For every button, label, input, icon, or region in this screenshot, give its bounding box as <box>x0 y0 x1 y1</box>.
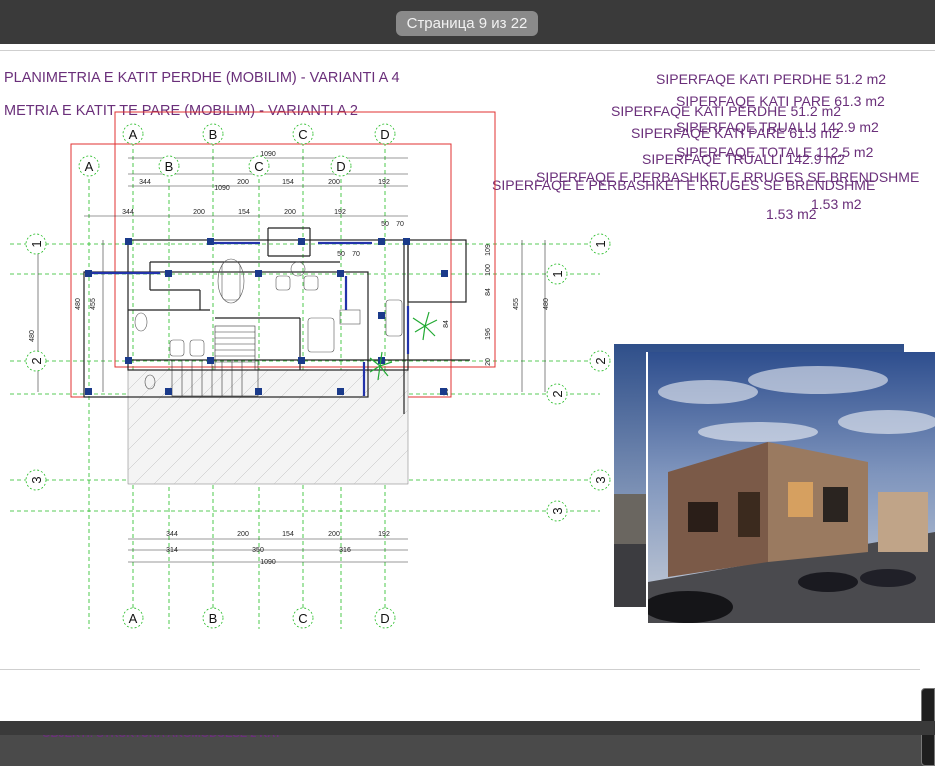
dim-154-top: 154 <box>282 179 294 186</box>
dim-316-bottom: 316 <box>339 547 351 554</box>
dim-314-bottom: 314 <box>166 547 178 554</box>
dimension-labels: 1090 314 350 316 344 200 154 200 192 109… <box>122 151 404 566</box>
viewer-toolbar: Страница 9 из 22 <box>0 0 935 44</box>
dim-overall-bottom: 1090 <box>260 559 276 566</box>
axis-a-bottom: A <box>129 611 138 626</box>
axis-a-top: A <box>129 127 138 142</box>
dim-200-top: 200 <box>237 179 249 186</box>
axis-b-top-alt: B <box>165 159 174 174</box>
dim-480-left: 480 <box>29 330 36 342</box>
plot-hatch <box>127 369 409 485</box>
axis-1-far: 1 <box>593 240 608 247</box>
axis-3-right: 3 <box>550 507 565 514</box>
dim-344-top: 344 <box>139 179 151 186</box>
dim-200b-bottom: 200 <box>328 531 340 538</box>
dim-200b-mid: 200 <box>284 209 296 216</box>
dim-109: 109 <box>485 244 492 256</box>
dim-200b-top: 200 <box>328 179 340 186</box>
dim-480-left-inner: 480 <box>75 298 82 310</box>
dim-192-top: 192 <box>378 179 390 186</box>
viewer-bottom-bar <box>0 721 935 735</box>
axis-d-top: D <box>380 127 389 142</box>
plot-outlines <box>70 111 496 398</box>
axis-a-top-alt: A <box>85 159 94 174</box>
floor-plan-drawing: 1090 314 350 316 344 200 154 200 192 109… <box>10 111 611 629</box>
dim-84: 84 <box>485 288 492 296</box>
axis-b-bottom: B <box>209 611 218 626</box>
dim-154-mid: 154 <box>238 209 250 216</box>
axis-c-top: C <box>298 127 307 142</box>
axis-b-top: B <box>209 127 218 142</box>
area-ground-floor: SIPERFAQE KATI PERDHE 51.2 m2 <box>656 71 887 87</box>
dim-192-bottom: 192 <box>378 531 390 538</box>
dim-overall-mid: 1090 <box>214 185 230 192</box>
dim-154-bottom: 154 <box>282 531 294 538</box>
axis-2-far: 2 <box>593 357 608 364</box>
bottom-rule <box>0 669 920 670</box>
area-shared-road-value-alt: 1.53 m2 <box>811 196 862 212</box>
axis-3-far: 3 <box>593 476 608 483</box>
dim-196: 196 <box>485 328 492 340</box>
axis-c-bottom: C <box>298 611 307 626</box>
area-ground-floor-alt: SIPERFAQE KATI PERDHE 51.2 m2 <box>611 103 842 119</box>
axis-2-right: 2 <box>550 390 565 397</box>
dim-70: 70 <box>396 221 404 228</box>
dim-455-right: 455 <box>513 298 520 310</box>
axis-3-left: 3 <box>29 476 44 483</box>
axis-c-top-alt: C <box>254 159 263 174</box>
area-shared-road-value: 1.53 m2 <box>766 206 817 222</box>
axis-d-top-alt: D <box>336 159 345 174</box>
dim-480-right: 480 <box>543 298 550 310</box>
axis-2-left: 2 <box>29 357 44 364</box>
axis-1-right: 1 <box>550 270 565 277</box>
dim-50-inner: 50 <box>337 251 345 258</box>
dim-20: 20 <box>485 358 492 366</box>
dim-344-bottom: 344 <box>166 531 178 538</box>
axis-1-left: 1 <box>29 240 44 247</box>
page-indicator[interactable]: Страница 9 из 22 <box>396 11 538 36</box>
area-first-floor-alt: SIPERFAQE KATI PARE 61.3 m2 <box>631 125 840 141</box>
dim-70-inner: 70 <box>352 251 360 258</box>
dim-350-bottom: 350 <box>252 547 264 554</box>
dim-192-mid: 192 <box>334 209 346 216</box>
render-photo-front <box>648 352 935 623</box>
axis-d-bottom: D <box>380 611 389 626</box>
dim-84-inner: 84 <box>443 320 450 328</box>
dim-200-bottom: 200 <box>237 531 249 538</box>
area-plot-alt: SIPERFAQE TRUALLI 142.9 m2 <box>642 151 845 167</box>
dim-200-mid: 200 <box>193 209 205 216</box>
document-page: PLANIMETRIA E KATIT PERDHE (MOBILIM) - V… <box>0 44 935 766</box>
dim-455-left: 455 <box>90 298 97 310</box>
dim-100: 100 <box>485 264 492 276</box>
dim-50: 50 <box>381 221 389 228</box>
dim-344-mid: 344 <box>122 209 134 216</box>
